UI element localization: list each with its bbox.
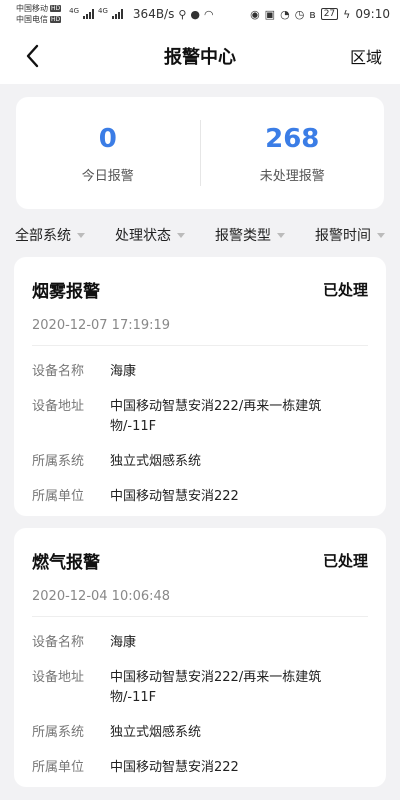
alarm-card-header: 燃气报警 已处理 <box>32 548 368 573</box>
carrier-2-name: 中国电信 <box>16 15 48 24</box>
clock-time: 09:10 <box>355 7 390 21</box>
field-label: 所属单位 <box>32 760 85 775</box>
system-value: 独立式烟感系统 <box>110 454 202 469</box>
today-alarm-label: 今日报警 <box>81 168 134 184</box>
caret-down-icon <box>377 232 385 238</box>
system-row: 所属系统 独立式烟感系统 <box>32 723 368 743</box>
wifi-icon: ◠ <box>204 7 214 21</box>
alarm-card[interactable]: 烟雾报警 已处理 2020-12-07 17:19:19 设备名称 海康 设备地… <box>14 257 386 516</box>
filter-time-label: 报警时间 <box>315 228 371 244</box>
unhandled-alarm-stat[interactable]: 268 未处理报警 <box>201 123 385 184</box>
device-address-row: 设备地址 中国移动智慧安消222/再来一栋建筑物/-11F <box>32 668 368 708</box>
eye-icon: ◉ <box>250 7 260 21</box>
alarm-status: 已处理 <box>322 281 368 299</box>
unhandled-alarm-count: 268 <box>265 123 320 154</box>
nfc-icon: ▣ <box>264 7 276 21</box>
filter-type[interactable]: 报警类型 <box>215 225 285 245</box>
status-left: 中国移动 HD 中国电信 HD 4G 4G 364B/s ⚲ ● ◠ <box>16 3 214 25</box>
alarm-type: 烟雾报警 <box>32 282 100 302</box>
carrier-1: 中国移动 HD <box>16 3 62 14</box>
signal-icon-1 <box>83 9 95 19</box>
network-type-1: 4G <box>69 7 80 15</box>
alarm-time: 2020-12-04 10:06:48 <box>32 589 171 604</box>
today-alarm-stat[interactable]: 0 今日报警 <box>16 123 200 184</box>
unit-row: 所属单位 中国移动智慧安消222 <box>32 758 368 778</box>
area-button[interactable]: 区域 <box>350 44 382 68</box>
device-name-value: 海康 <box>110 364 137 379</box>
chat-icon: ● <box>190 7 201 21</box>
signal-icon-2 <box>111 9 123 19</box>
carrier-2: 中国电信 HD <box>16 14 62 25</box>
caret-down-icon <box>77 232 85 238</box>
alarm-status: 已处理 <box>322 552 368 570</box>
filter-status[interactable]: 处理状态 <box>115 225 185 245</box>
card-divider <box>32 345 368 346</box>
filter-system[interactable]: 全部系统 <box>15 225 85 245</box>
field-label: 所属系统 <box>32 725 85 740</box>
system-value: 独立式烟感系统 <box>110 725 202 740</box>
bluetooth-icon: ʙ <box>309 7 316 21</box>
filter-system-label: 全部系统 <box>15 228 71 244</box>
app-header: 报警中心 区域 <box>0 28 400 84</box>
alarm-type: 燃气报警 <box>32 553 100 573</box>
filter-bar: 全部系统 处理状态 报警类型 报警时间 <box>0 222 400 248</box>
field-label: 所属单位 <box>32 489 85 504</box>
card-divider <box>32 616 368 617</box>
field-label: 设备名称 <box>32 635 85 650</box>
chevron-left-icon <box>26 44 39 68</box>
network-speed: 364B/s <box>132 7 175 21</box>
hd-badge-2: HD <box>50 16 62 23</box>
caret-down-icon <box>277 232 285 238</box>
unhandled-alarm-label: 未处理报警 <box>259 168 325 184</box>
status-bar: 中国移动 HD 中国电信 HD 4G 4G 364B/s ⚲ ● ◠ ◉ ▣ ◔ ◷… <box>0 0 400 28</box>
page-title: 报警中心 <box>164 47 236 68</box>
today-alarm-count: 0 <box>98 123 117 154</box>
battery-icon: 27 <box>320 8 339 20</box>
field-label: 设备地址 <box>32 670 85 685</box>
usb-icon: ⚲ <box>178 7 187 21</box>
device-name-row: 设备名称 海康 <box>32 633 368 653</box>
mute-icon: ◔ <box>280 7 290 21</box>
unit-value: 中国移动智慧安消222 <box>110 489 239 504</box>
system-row: 所属系统 独立式烟感系统 <box>32 452 368 472</box>
device-name-row: 设备名称 海康 <box>32 362 368 382</box>
filter-status-label: 处理状态 <box>115 228 171 244</box>
filter-type-label: 报警类型 <box>215 228 271 244</box>
battery-level: 27 <box>323 9 336 19</box>
carrier-1-name: 中国移动 <box>16 4 48 13</box>
device-name-value: 海康 <box>110 635 137 650</box>
device-address-value: 中国移动智慧安消222/再来一栋建筑物/-11F <box>110 670 322 705</box>
field-label: 设备地址 <box>32 399 85 414</box>
field-label: 设备名称 <box>32 364 85 379</box>
back-button[interactable] <box>20 42 48 70</box>
hd-badge-1: HD <box>50 5 62 12</box>
charging-icon: ϟ <box>343 7 351 21</box>
carrier-info: 中国移动 HD 中国电信 HD <box>16 3 62 25</box>
device-address-value: 中国移动智慧安消222/再来一栋建筑物/-11F <box>110 399 322 434</box>
summary-card: 0 今日报警 268 未处理报警 <box>16 97 384 209</box>
caret-down-icon <box>177 232 185 238</box>
filter-time[interactable]: 报警时间 <box>315 225 385 245</box>
unit-row: 所属单位 中国移动智慧安消222 <box>32 487 368 507</box>
alarm-card-header: 烟雾报警 已处理 <box>32 277 368 302</box>
field-label: 所属系统 <box>32 454 85 469</box>
network-type-2: 4G <box>98 7 108 15</box>
unit-value: 中国移动智慧安消222 <box>110 760 239 775</box>
alarm-card[interactable]: 燃气报警 已处理 2020-12-04 10:06:48 设备名称 海康 设备地… <box>14 528 386 787</box>
status-right: ◉ ▣ ◔ ◷ ʙ 27 ϟ 09:10 <box>250 7 390 21</box>
alarm-time: 2020-12-07 17:19:19 <box>32 318 171 333</box>
device-address-row: 设备地址 中国移动智慧安消222/再来一栋建筑物/-11F <box>32 397 368 437</box>
alarm-clock-icon: ◷ <box>294 7 305 21</box>
